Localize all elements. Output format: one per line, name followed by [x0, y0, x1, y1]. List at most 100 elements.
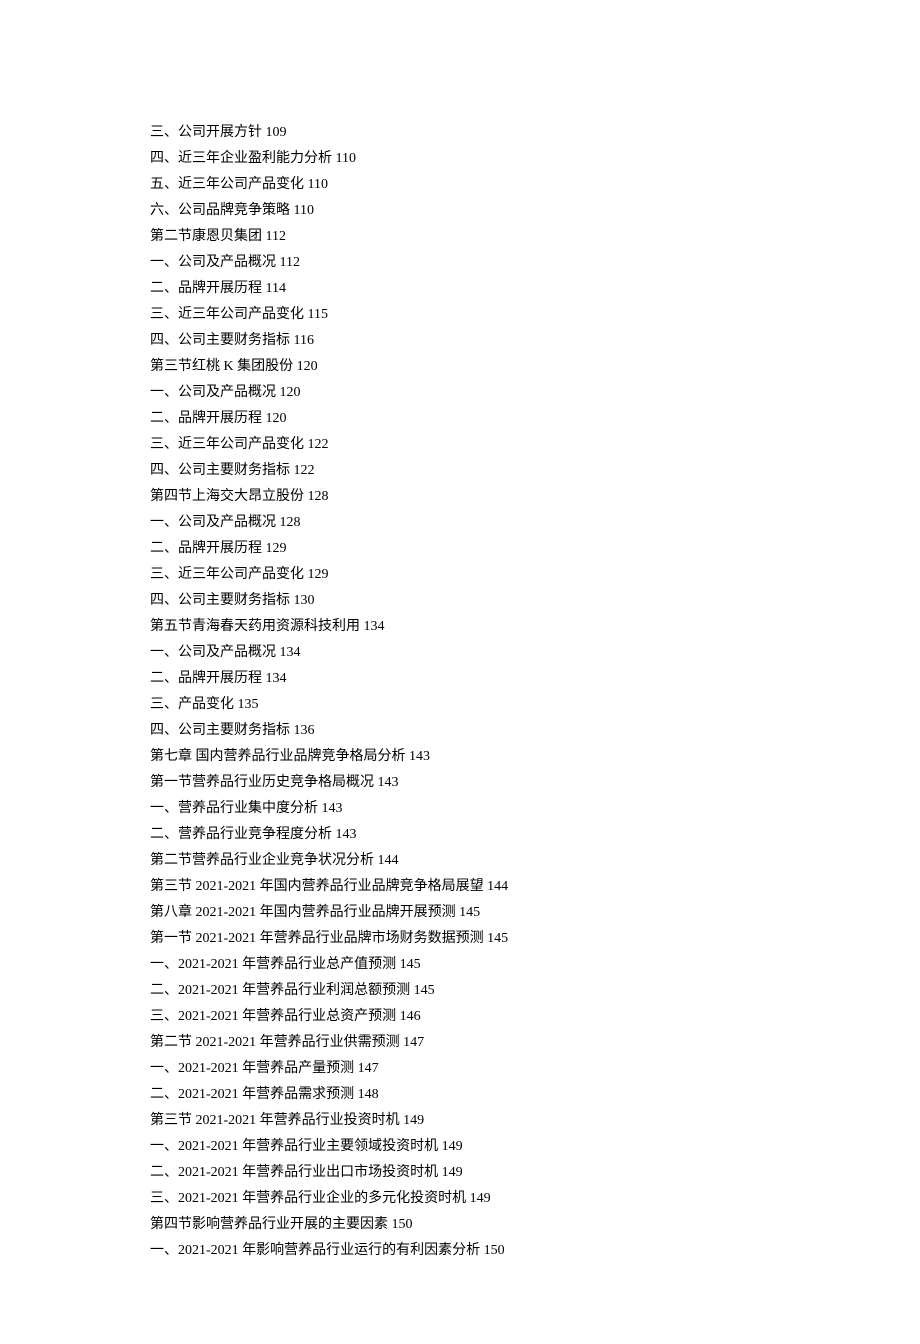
toc-entry-page: 143	[378, 775, 399, 790]
toc-entry: 第五节青海春天药用资源科技利用 134	[150, 614, 770, 640]
toc-entry-text: 三、产品变化	[150, 697, 234, 712]
toc-entry-page: 116	[294, 333, 314, 348]
toc-entry-page: 143	[336, 827, 357, 842]
toc-entry: 一、2021-2021 年营养品行业主要领域投资时机 149	[150, 1134, 770, 1160]
toc-entry: 第一节 2021-2021 年营养品行业品牌市场财务数据预测 145	[150, 926, 770, 952]
toc-entry-page: 136	[294, 723, 315, 738]
toc-entry: 第二节营养品行业企业竞争状况分析 144	[150, 848, 770, 874]
toc-entry: 一、公司及产品概况 112	[150, 250, 770, 276]
toc-entry: 五、近三年公司产品变化 110	[150, 172, 770, 198]
toc-entry: 二、2021-2021 年营养品行业出口市场投资时机 149	[150, 1160, 770, 1186]
toc-entry-text: 第七章 国内营养品行业品牌竞争格局分析	[150, 749, 406, 764]
toc-entry-page: 112	[280, 255, 300, 270]
toc-entry: 第三节红桃 K 集团股份 120	[150, 354, 770, 380]
toc-entry: 二、品牌开展历程 134	[150, 666, 770, 692]
toc-entry-text: 三、近三年公司产品变化	[150, 567, 304, 582]
toc-entry: 一、2021-2021 年营养品行业总产值预测 145	[150, 952, 770, 978]
toc-entry: 三、产品变化 135	[150, 692, 770, 718]
toc-entry-page: 120	[266, 411, 287, 426]
toc-entry-text: 二、2021-2021 年营养品需求预测	[150, 1087, 354, 1102]
toc-entry-page: 150	[484, 1243, 505, 1258]
toc-entry-text: 二、品牌开展历程	[150, 671, 262, 686]
table-of-contents: 三、公司开展方针 109四、近三年企业盈利能力分析 110五、近三年公司产品变化…	[150, 120, 770, 1264]
toc-entry: 一、2021-2021 年影响营养品行业运行的有利因素分析 150	[150, 1238, 770, 1264]
toc-entry-page: 149	[442, 1139, 463, 1154]
toc-entry-page: 110	[294, 203, 314, 218]
toc-entry-page: 129	[266, 541, 287, 556]
toc-entry: 三、近三年公司产品变化 122	[150, 432, 770, 458]
toc-entry-page: 145	[459, 905, 480, 920]
toc-entry-text: 一、公司及产品概况	[150, 385, 276, 400]
toc-entry-page: 146	[400, 1009, 421, 1024]
toc-entry-page: 134	[280, 645, 301, 660]
toc-entry-text: 四、公司主要财务指标	[150, 723, 290, 738]
toc-entry-text: 五、近三年公司产品变化	[150, 177, 304, 192]
toc-entry-text: 第五节青海春天药用资源科技利用	[150, 619, 360, 634]
toc-entry-page: 112	[266, 229, 286, 244]
toc-entry: 第七章 国内营养品行业品牌竞争格局分析 143	[150, 744, 770, 770]
toc-entry: 三、公司开展方针 109	[150, 120, 770, 146]
toc-entry-text: 二、品牌开展历程	[150, 411, 262, 426]
toc-entry: 第二节 2021-2021 年营养品行业供需预测 147	[150, 1030, 770, 1056]
toc-entry-text: 二、品牌开展历程	[150, 541, 262, 556]
toc-entry-text: 第四节上海交大昂立股份	[150, 489, 304, 504]
toc-entry-page: 134	[364, 619, 385, 634]
toc-entry-text: 三、2021-2021 年营养品行业企业的多元化投资时机	[150, 1191, 466, 1206]
toc-entry-text: 一、营养品行业集中度分析	[150, 801, 318, 816]
toc-entry-text: 四、公司主要财务指标	[150, 333, 290, 348]
toc-entry: 一、公司及产品概况 128	[150, 510, 770, 536]
toc-entry-text: 一、2021-2021 年营养品行业总产值预测	[150, 957, 396, 972]
toc-entry-page: 147	[358, 1061, 379, 1076]
toc-entry-text: 一、公司及产品概况	[150, 645, 276, 660]
toc-entry: 第一节营养品行业历史竞争格局概况 143	[150, 770, 770, 796]
toc-entry: 第四节影响营养品行业开展的主要因素 150	[150, 1212, 770, 1238]
toc-entry-text: 三、2021-2021 年营养品行业总资产预测	[150, 1009, 396, 1024]
toc-entry-text: 一、2021-2021 年营养品行业主要领域投资时机	[150, 1139, 438, 1154]
toc-entry-text: 四、公司主要财务指标	[150, 593, 290, 608]
toc-entry-text: 第三节 2021-2021 年国内营养品行业品牌竞争格局展望	[150, 879, 484, 894]
toc-entry-page: 145	[414, 983, 435, 998]
toc-entry: 四、近三年企业盈利能力分析 110	[150, 146, 770, 172]
toc-entry-page: 122	[308, 437, 329, 452]
toc-entry-text: 第八章 2021-2021 年国内营养品行业品牌开展预测	[150, 905, 456, 920]
toc-entry-text: 二、2021-2021 年营养品行业出口市场投资时机	[150, 1165, 438, 1180]
toc-entry-page: 110	[336, 151, 356, 166]
toc-entry-text: 二、营养品行业竞争程度分析	[150, 827, 332, 842]
toc-entry-text: 第二节营养品行业企业竞争状况分析	[150, 853, 374, 868]
toc-entry-text: 一、2021-2021 年营养品产量预测	[150, 1061, 354, 1076]
toc-entry-text: 二、2021-2021 年营养品行业利润总额预测	[150, 983, 410, 998]
toc-entry: 第三节 2021-2021 年营养品行业投资时机 149	[150, 1108, 770, 1134]
toc-entry: 四、公司主要财务指标 130	[150, 588, 770, 614]
toc-entry-page: 122	[294, 463, 315, 478]
toc-entry: 一、公司及产品概况 120	[150, 380, 770, 406]
toc-entry: 第二节康恩贝集团 112	[150, 224, 770, 250]
toc-entry: 四、公司主要财务指标 122	[150, 458, 770, 484]
toc-entry-page: 115	[308, 307, 328, 322]
toc-entry-text: 第三节红桃 K 集团股份	[150, 359, 293, 374]
toc-entry-text: 第四节影响营养品行业开展的主要因素	[150, 1217, 388, 1232]
toc-entry: 第三节 2021-2021 年国内营养品行业品牌竞争格局展望 144	[150, 874, 770, 900]
toc-entry: 二、2021-2021 年营养品行业利润总额预测 145	[150, 978, 770, 1004]
toc-entry: 六、公司品牌竞争策略 110	[150, 198, 770, 224]
toc-entry-text: 二、品牌开展历程	[150, 281, 262, 296]
toc-entry-page: 129	[308, 567, 329, 582]
toc-entry: 第八章 2021-2021 年国内营养品行业品牌开展预测 145	[150, 900, 770, 926]
toc-entry-text: 第一节营养品行业历史竞争格局概况	[150, 775, 374, 790]
toc-entry-text: 四、公司主要财务指标	[150, 463, 290, 478]
toc-entry-page: 149	[403, 1113, 424, 1128]
toc-entry-page: 145	[487, 931, 508, 946]
toc-entry-page: 149	[470, 1191, 491, 1206]
toc-entry: 三、2021-2021 年营养品行业总资产预测 146	[150, 1004, 770, 1030]
toc-entry-page: 150	[392, 1217, 413, 1232]
toc-entry-text: 第一节 2021-2021 年营养品行业品牌市场财务数据预测	[150, 931, 484, 946]
toc-entry-text: 六、公司品牌竞争策略	[150, 203, 290, 218]
toc-entry-page: 128	[308, 489, 329, 504]
toc-entry-text: 三、近三年公司产品变化	[150, 437, 304, 452]
toc-entry-page: 145	[400, 957, 421, 972]
toc-entry: 二、品牌开展历程 114	[150, 276, 770, 302]
toc-entry: 第四节上海交大昂立股份 128	[150, 484, 770, 510]
toc-entry-page: 143	[409, 749, 430, 764]
toc-entry-text: 三、公司开展方针	[150, 125, 262, 140]
toc-entry-text: 一、公司及产品概况	[150, 255, 276, 270]
toc-entry: 四、公司主要财务指标 136	[150, 718, 770, 744]
